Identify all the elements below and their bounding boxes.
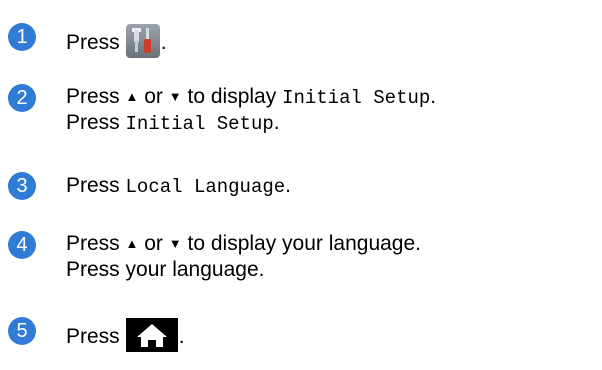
step-number-4: 4 (8, 231, 36, 259)
step-4-line-2: Press your language. (66, 257, 421, 283)
step-number-2: 2 (8, 84, 36, 112)
step-2-line-2: Press Initial Setup. (66, 110, 436, 136)
step-5-period: . (178, 325, 185, 348)
step-4-text: Press ▲ or ▼ to display your language. P… (66, 231, 421, 283)
up-arrow-icon: ▲ (125, 89, 139, 104)
step-1-period: . (160, 31, 167, 54)
local-language-button-text: Local Language (125, 176, 286, 198)
step-2-period-2: . (273, 111, 280, 134)
step-5-press: Press (66, 325, 120, 348)
step-5-text: Press . (66, 318, 185, 352)
down-arrow-icon: ▼ (168, 236, 182, 251)
step-4-line-1: Press ▲ or ▼ to display your language. (66, 231, 421, 257)
step-2-press: Press (66, 85, 120, 108)
initial-setup-menu-text: Initial Setup (282, 87, 431, 109)
step-number-3: 3 (8, 172, 36, 200)
step-2-line-1: Press ▲ or ▼ to display Initial Setup. (66, 84, 436, 110)
step-3-press: Press (66, 174, 120, 197)
step-2-or: or (144, 85, 163, 108)
home-icon (125, 318, 178, 352)
step-4-press-your-language: Press your language. (66, 258, 265, 281)
settings-tools-icon (125, 24, 160, 58)
step-3-text: Press Local Language. (66, 173, 291, 199)
step-3-period: . (285, 174, 292, 197)
down-arrow-icon: ▼ (168, 89, 182, 104)
step-2-text: Press ▲ or ▼ to display Initial Setup. P… (66, 84, 436, 136)
step-4-to-display: to display your language. (187, 232, 422, 255)
language-setup-steps: 1 Press . 2 Press ▲ or ▼ to display Init… (0, 0, 602, 370)
step-3-line-1: Press Local Language. (66, 173, 291, 199)
initial-setup-button-text: Initial Setup (125, 113, 274, 135)
step-number-5: 5 (8, 317, 36, 345)
step-2-period-1: . (430, 85, 437, 108)
step-1-press: Press (66, 31, 120, 54)
step-2-to-display: to display (187, 85, 277, 108)
step-2-press-2: Press (66, 111, 120, 134)
step-4-or: or (144, 232, 163, 255)
step-4-press: Press (66, 232, 120, 255)
step-1-text: Press . (66, 24, 167, 58)
up-arrow-icon: ▲ (125, 236, 139, 251)
step-number-1: 1 (8, 23, 36, 51)
